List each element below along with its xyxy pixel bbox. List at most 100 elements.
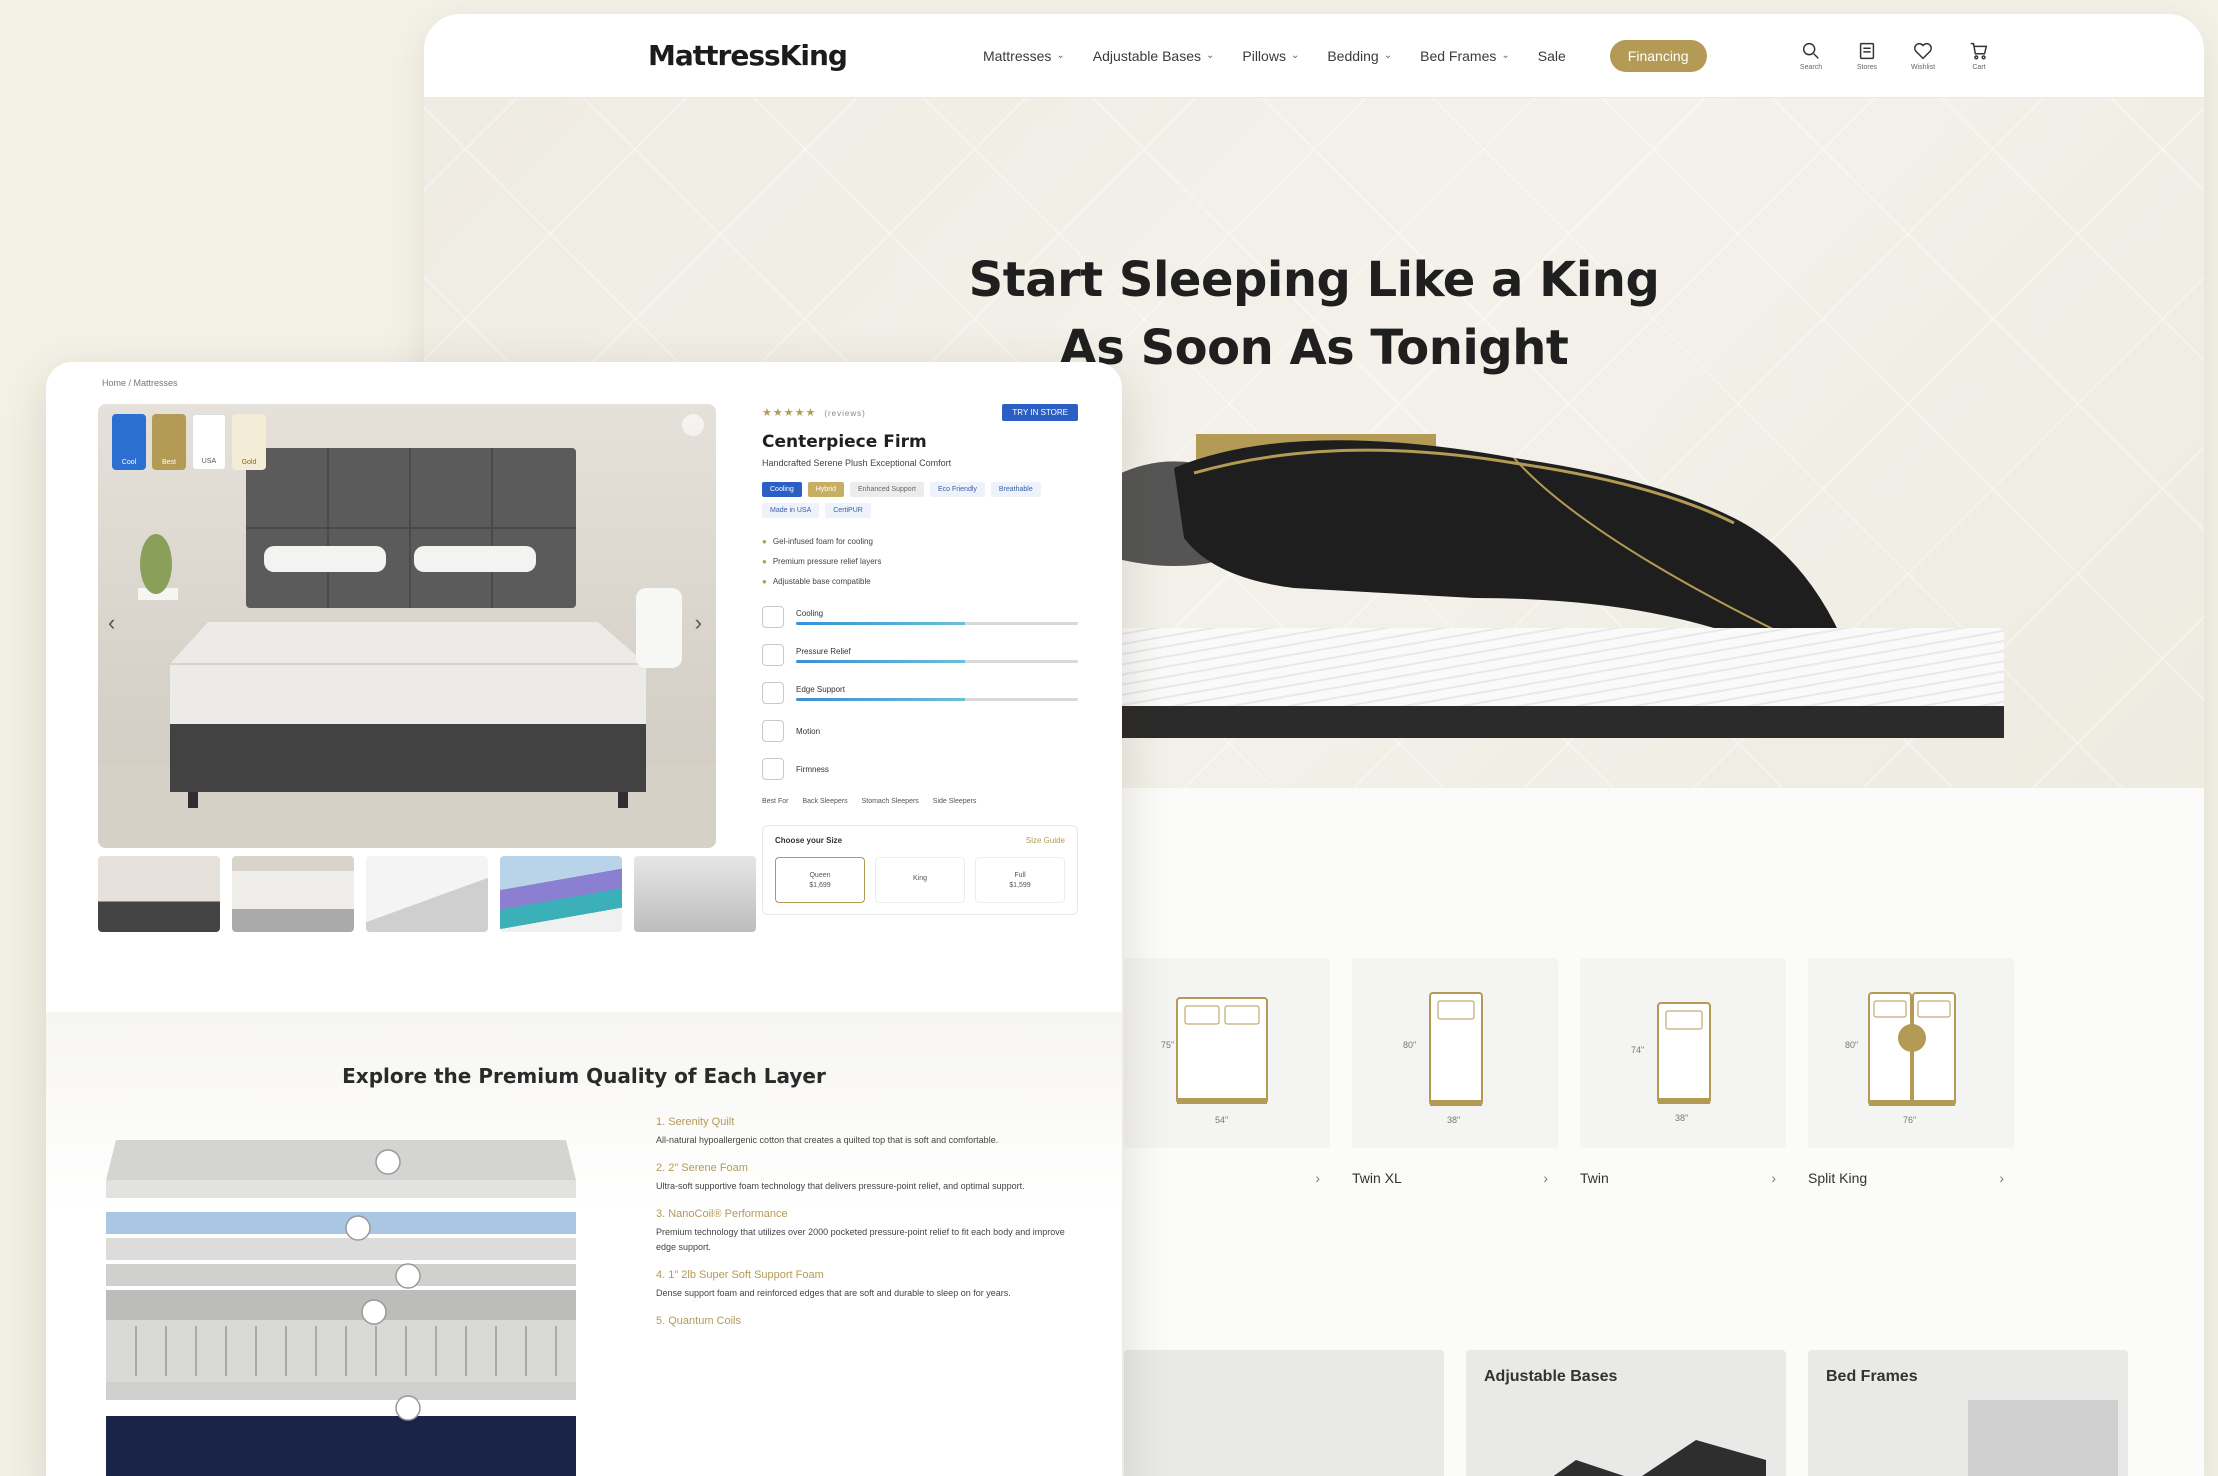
size-option-price: $1,599 [1009,881,1031,889]
size-option-king[interactable]: King [875,857,965,903]
layer-desc: Premium technology that utilizes over 20… [656,1227,1065,1252]
chevron-right-icon[interactable]: › [695,610,702,636]
arrow-right-icon: › [1543,1170,1548,1186]
icon-label: Stores [1856,64,1878,71]
adjustable-base-image [1553,1440,1766,1476]
size-height-label: 75" [1161,1040,1174,1050]
layer-item[interactable]: 1. Serenity Quilt All-natural hypoallerge… [656,1116,1086,1148]
product-bullets: Gel-infused foam for cooling Premium pre… [762,532,1078,592]
layer-heading: 2. 2" Serene Foam [656,1162,748,1174]
layer-item[interactable]: 3. NanoCoil® Performance Premium technolo… [656,1208,1086,1255]
size-label[interactable]: Twin › [1580,1170,1786,1186]
breadcrumb[interactable]: Home / Mattresses [102,378,178,388]
wishlist-icon[interactable]: Wishlist [1908,40,1938,71]
layer-list: 1. Serenity Quilt All-natural hypoallerge… [656,1116,1086,1341]
category-card-adjustable-bases[interactable]: Adjustable Bases [1466,1350,1786,1476]
thumbnail[interactable] [232,856,354,932]
mattress-base [1104,706,2004,738]
layer-heading: 3. NanoCoil® Performance [656,1208,788,1220]
feature-chips: Cooling Hybrid Enhanced Support Eco Frie… [762,482,1078,518]
nav-adjustable-bases[interactable]: Adjustable Bases ⌄ [1093,48,1215,64]
layer-marker[interactable] [395,1263,421,1289]
nav-label: Sale [1537,47,1566,64]
header-icons: Search Stores Wishlist Cart [1796,40,1994,71]
layers-section: Explore the Premium Quality of Each Laye… [46,1012,1122,1476]
layer-marker[interactable] [395,1395,421,1421]
size-option-name: King [912,875,927,882]
layer-heading: 1. Serenity Quilt [656,1116,735,1128]
size-width-label: 76" [1903,1115,1916,1125]
usa-badge-icon: USA [192,414,226,470]
category-card-bed-frames[interactable]: Bed Frames [1808,1350,2128,1476]
size-option-queen[interactable]: Queen $1,699 [775,857,865,903]
star-rating[interactable]: ★★★★★ (reviews) [762,406,866,419]
badge-label: Gold [241,459,257,466]
layer-item[interactable]: 5. Quantum Coils [656,1315,1086,1327]
feature-chip: Eco Friendly [929,482,985,497]
nav-bed-frames[interactable]: Bed Frames ⌄ [1420,48,1510,64]
size-option-price: $1,699 [809,881,831,889]
thumbnail[interactable] [98,856,220,932]
size-heading: Choose your Size [775,836,843,845]
size-label[interactable]: Split King › [1808,1170,2014,1186]
size-card[interactable]: 74" 38" [1580,958,1786,1148]
feature-label: Motion [796,726,821,736]
cooling-badge-icon: Cool [112,414,146,470]
size-guide-link[interactable]: Size Guide [1026,836,1065,845]
feature-chip: CertiPUR [825,503,871,518]
nav-sale[interactable]: Sale [1538,48,1566,64]
rating-row: ★★★★★ (reviews) TRY IN STORE [762,402,1078,422]
feature-chip: Hybrid [807,482,844,497]
search-icon[interactable]: Search [1796,40,1826,71]
thumbnail[interactable] [366,856,488,932]
pressure-icon [762,644,784,666]
feature-rating: Motion [762,718,1078,744]
size-label[interactable]: Twin XL › [1352,1170,1558,1186]
thumbnail-strip [98,856,756,932]
nav-label: Bed Frames [1420,47,1497,64]
bullet-item: Gel-infused foam for cooling [762,532,1078,552]
layer-desc: Dense support foam and reinforced edges … [656,1288,1011,1298]
motion-icon [762,720,784,742]
layer-item[interactable]: 2. 2" Serene Foam Ultra-soft supportive f… [656,1162,1086,1194]
cooling-icon [762,606,784,628]
layer-item[interactable]: 4. 1" 2lb Super Soft Support Foam Dense s… [656,1269,1086,1301]
product-gallery[interactable]: Cool Best USA Gold ‹ › [98,404,716,848]
layer-marker[interactable] [361,1299,387,1325]
thumbnail[interactable] [500,856,622,932]
cart-icon[interactable]: Cart [1964,40,1994,71]
chevron-left-icon[interactable]: ‹ [108,610,115,636]
layer-heading: 5. Quantum Coils [656,1315,741,1327]
store-icon[interactable]: Stores [1852,40,1882,71]
bed-size-icon: 74" 38" [1631,1002,1711,1123]
size-card[interactable]: 75" 54" [1124,958,1330,1148]
size-label[interactable]: › [1124,1170,1330,1186]
nav-bedding[interactable]: Bedding ⌄ [1327,48,1392,64]
financing-button[interactable]: Financing [1609,39,1707,72]
try-in-store-badge[interactable]: TRY IN STORE [1002,403,1078,421]
category-card[interactable] [1124,1350,1444,1476]
layer-marker[interactable] [375,1149,401,1175]
award-badges: Cool Best USA Gold [112,414,266,470]
bullet-item: Premium pressure relief layers [762,552,1078,572]
hero-line-1: Start Sleeping Like a King [968,252,1660,308]
thumbnail[interactable] [634,856,756,932]
main-nav: Mattresses ⌄ Adjustable Bases ⌄ Pillows ⌄ B… [983,39,1707,72]
size-name: Twin XL [1352,1170,1402,1186]
layer-heading: 4. 1" 2lb Super Soft Support Foam [656,1269,824,1281]
layer-marker[interactable] [345,1215,371,1241]
size-card[interactable]: 80" 76" [1808,958,2014,1148]
chevron-down-icon: ⌄ [1501,50,1510,61]
size-name: Twin [1580,1170,1609,1186]
size-card[interactable]: 80" 38" [1352,958,1558,1148]
badge-label: USA [201,458,217,465]
nav-mattresses[interactable]: Mattresses ⌄ [983,48,1065,64]
nav-label: Mattresses [982,47,1052,64]
size-option-full[interactable]: Full $1,599 [975,857,1065,903]
site-logo[interactable]: MattressKing [648,39,848,72]
bed-size-icon: 75" 54" [1161,997,1268,1125]
favorite-icon[interactable] [682,414,704,436]
nav-pillows[interactable]: Pillows ⌄ [1242,48,1299,64]
feature-label: Pressure Relief [796,647,851,656]
edge-support-icon [762,682,784,704]
